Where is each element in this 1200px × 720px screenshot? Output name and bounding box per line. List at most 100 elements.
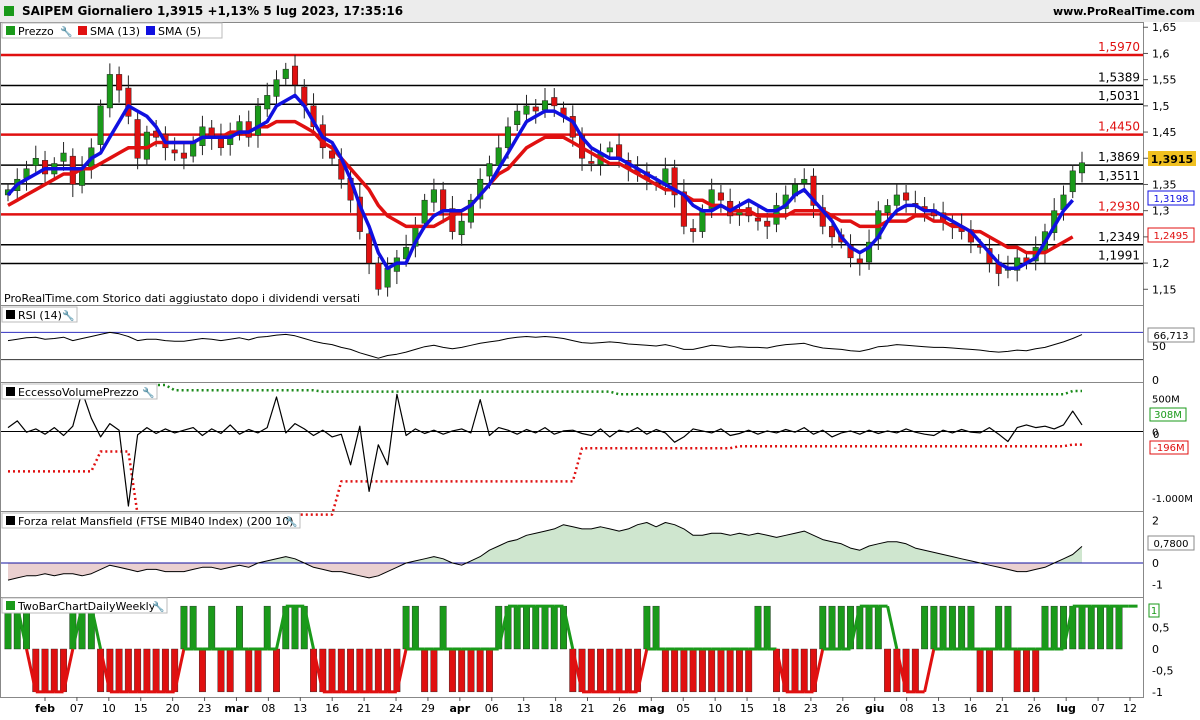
candle-body (384, 268, 391, 288)
twobar-bar (411, 605, 419, 650)
candle-body (717, 192, 724, 201)
twobar-bar (41, 648, 49, 693)
twobar-bar (374, 648, 382, 693)
twobar-signal-segment (923, 648, 936, 693)
mansfield-tag: 0,7800 (1147, 535, 1195, 551)
twobar-bar (958, 605, 966, 650)
wrench-icon[interactable]: 🔧 (60, 25, 72, 38)
twobar-bar (347, 648, 355, 693)
x-axis: feb 07 10 15 20 23 mar 08 13 16 21 24 29 apr 06 13 18 21 2… (35, 697, 1137, 715)
level-label: 1,5389 (1098, 70, 1140, 84)
price-y-tick: 1,35 (1152, 178, 1177, 191)
twobar-bar (948, 605, 956, 650)
twobar-bar (652, 605, 660, 650)
twobar-bar (430, 648, 438, 693)
twobar-y-tick: 0 (1152, 643, 1159, 656)
candle-body (532, 106, 539, 112)
candle-body (523, 105, 530, 115)
price-current-tag: 1,3915 (1148, 151, 1196, 166)
x-tick-label: 20 (166, 702, 180, 715)
x-tick-label: 13 (517, 702, 531, 715)
candle-body (282, 68, 289, 79)
x-tick-label: 08 (900, 702, 914, 715)
rsi-wrench-icon[interactable]: 🔧 (62, 309, 74, 322)
legend-sma13: SMA (13) (90, 25, 140, 38)
twobar-bar (458, 648, 466, 693)
x-tick-label: 21 (995, 702, 1009, 715)
sma13-legend-icon (78, 26, 87, 35)
candle-body (1078, 162, 1086, 174)
level-label: 1,4450 (1098, 120, 1140, 134)
price-panel[interactable]: 1,651,61,551,51,451,41,351,31,251,21,151… (1, 21, 1177, 297)
sma13-tag: 1,2495 (1147, 227, 1195, 243)
twobar-bar (476, 648, 484, 693)
x-tick-label: 23 (198, 702, 212, 715)
twobar-bar (486, 648, 493, 693)
candle-body (116, 74, 123, 91)
twobar-bar (1041, 605, 1049, 650)
twobar-bar (967, 605, 975, 650)
volume-wrench-icon[interactable]: 🔧 (142, 386, 154, 399)
candle-body (366, 233, 373, 264)
twobar-bar (1115, 605, 1123, 650)
legend-prezzo: Prezzo (18, 25, 54, 38)
x-tick-label: giu (865, 702, 884, 715)
price-note: ProRealTime.com Storico dati aggiustato … (4, 292, 360, 305)
twobar-bar (763, 605, 771, 650)
candle-body (291, 65, 299, 86)
candle-body (486, 163, 493, 177)
price-y-tick: 1,3 (1152, 205, 1170, 218)
twobar-bar (837, 605, 845, 650)
twobar-bar (365, 648, 373, 693)
twobar-bar (541, 605, 549, 650)
twobar-bar (985, 648, 993, 693)
x-tick-label: 26 (836, 702, 850, 715)
mansfield-wrench-icon[interactable]: 🔧 (285, 515, 297, 528)
twobar-bar (976, 648, 984, 693)
twobar-bar (698, 648, 706, 693)
x-tick-label: 13 (932, 702, 946, 715)
twobar-signal-segment (886, 605, 899, 650)
sma5-legend-icon (146, 26, 155, 35)
volume-excess-panel[interactable]: 500M 0 -1.000M (1, 383, 1193, 516)
twobar-bar (189, 605, 197, 650)
candle-body (97, 105, 104, 145)
twobar-bar (217, 648, 225, 693)
twobar-bar (995, 605, 1003, 650)
x-tick-label: 26 (1027, 702, 1041, 715)
volume-y-tick: -1.000M (1152, 494, 1193, 505)
candle-body (551, 97, 558, 107)
volume-upper-band (8, 383, 1082, 396)
mansfield-y-tick: 2 (1152, 514, 1159, 527)
twobar-panel[interactable]: 0,5 0 -0,5 -1 (4, 604, 1174, 699)
level-label: 1,3869 (1098, 150, 1140, 164)
twobar-bar (448, 648, 456, 693)
candle-body (893, 194, 900, 206)
candle-body (134, 119, 141, 159)
twobar-y-tick: -1 (1152, 686, 1163, 699)
price-y-tick: 1,6 (1152, 47, 1170, 60)
candle-body (180, 152, 187, 159)
x-tick-label: 16 (963, 702, 977, 715)
legend-twobar: TwoBarChartDailyWeekly (17, 600, 156, 613)
twobar-bar (180, 605, 188, 650)
rsi-line (7, 331, 1083, 359)
candle-body (264, 95, 271, 110)
svg-text:1,3198: 1,3198 (1154, 194, 1189, 205)
rsi-panel[interactable]: 500 (1, 331, 1166, 387)
rsi-legend: RSI (14) 🔧 (1, 306, 78, 323)
svg-text:1,2495: 1,2495 (1154, 231, 1189, 242)
twobar-bar (532, 605, 540, 650)
x-tick-label: 15 (134, 702, 148, 715)
twobar-bar (467, 648, 475, 693)
twobar-bar (143, 648, 151, 693)
twobar-bar (911, 648, 919, 693)
twobar-wrench-icon[interactable]: 🔧 (152, 600, 164, 613)
twobar-bar (513, 605, 521, 650)
twobar-bar (1087, 605, 1095, 650)
twobar-bar (245, 648, 253, 693)
price-legend: Prezzo 🔧 SMA (13) SMA (5) (1, 22, 223, 39)
twobar-bar (1023, 648, 1030, 693)
level-label: 1,2349 (1098, 230, 1140, 244)
twobar-bar (800, 648, 808, 693)
